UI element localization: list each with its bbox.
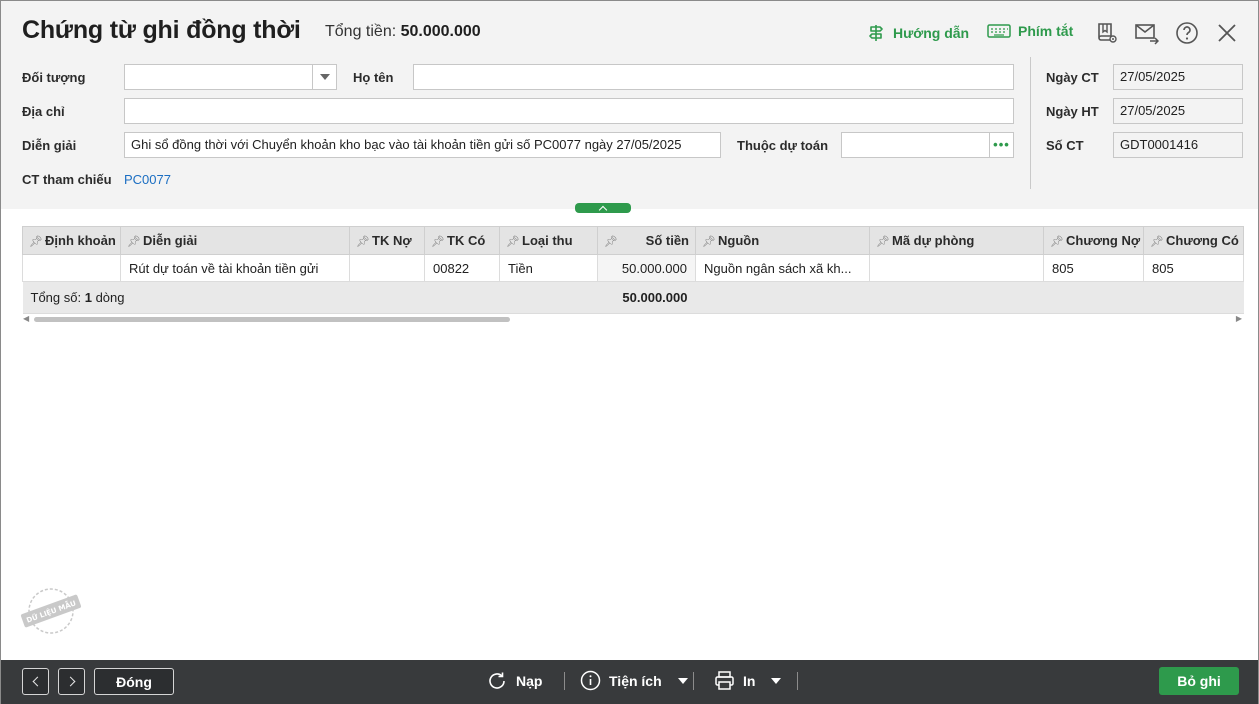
pin-icon[interactable]: 📌︎ xyxy=(1050,235,1064,248)
ngay-ct-field[interactable]: 27/05/2025 xyxy=(1113,64,1243,90)
utility-button[interactable]: Tiện ích xyxy=(580,670,688,691)
previous-button[interactable] xyxy=(22,668,49,695)
guide-icon xyxy=(869,25,883,41)
collapse-header-button[interactable] xyxy=(575,203,631,213)
thuoc-du-toan-label: Thuộc dự toán xyxy=(737,138,829,153)
caret-down-icon[interactable] xyxy=(677,677,688,684)
pin-icon[interactable]: 📌︎ xyxy=(29,235,43,248)
print-label: In xyxy=(743,672,756,689)
grid-cell[interactable]: Rút dự toán về tài khoản tiền gửi xyxy=(120,254,350,282)
chevron-down-icon[interactable] xyxy=(312,65,336,89)
column-header[interactable]: 📌︎ Số tiền xyxy=(597,226,696,255)
scrollbar-thumb[interactable] xyxy=(34,317,510,322)
table-row[interactable]: Rút dự toán về tài khoản tiền gửi 00822 … xyxy=(22,254,1244,282)
total-value: 50.000.000 xyxy=(400,23,481,40)
so-ct-label: Số CT xyxy=(1046,138,1084,153)
next-button[interactable] xyxy=(58,668,85,695)
voucher-window: Chứng từ ghi đồng thời Tổng tiền: 50.000… xyxy=(0,0,1259,704)
pin-icon[interactable]: 📌︎ xyxy=(127,235,141,248)
grid-cell[interactable] xyxy=(22,254,121,282)
ct-tham-chieu-link[interactable]: PC0077 xyxy=(124,172,171,187)
grid-cell[interactable] xyxy=(869,254,1044,282)
reload-label: Nạp xyxy=(516,673,543,689)
grid-cell[interactable]: Tiền xyxy=(499,254,598,282)
dia-chi-field[interactable] xyxy=(124,98,1014,124)
info-icon xyxy=(580,670,601,691)
grid-cell[interactable]: 50.000.000 xyxy=(597,254,696,282)
column-header[interactable]: 📌︎ TK Nợ xyxy=(349,226,425,255)
footer-toolbar: Đóng Nạp Tiện ích In Bỏ ghi xyxy=(1,660,1258,704)
pin-icon[interactable]: 📌︎ xyxy=(702,235,716,248)
column-header[interactable]: 📌︎ Mã dự phòng xyxy=(869,226,1044,255)
printer-icon xyxy=(715,671,734,690)
so-ct-field[interactable]: GDT0001416 xyxy=(1113,132,1243,158)
column-header[interactable]: 📌︎ Loại thu xyxy=(499,226,598,255)
horizontal-scrollbar[interactable]: ◀ ▶ xyxy=(22,314,1243,324)
header-panel: Chứng từ ghi đồng thời Tổng tiền: 50.000… xyxy=(1,1,1258,209)
keyboard-icon xyxy=(987,24,1011,38)
toolbar-divider xyxy=(693,672,694,690)
dia-chi-label: Địa chỉ xyxy=(22,104,65,119)
dien-giai-field[interactable]: Ghi sổ đồng thời với Chuyển khoản kho bạ… xyxy=(124,132,721,158)
summary-amount: 50.000.000 xyxy=(597,281,696,314)
grid-cell[interactable] xyxy=(349,254,425,282)
column-header[interactable]: 📌︎ Diễn giải xyxy=(120,226,350,255)
toolbar-divider xyxy=(797,672,798,690)
column-header[interactable]: 📌︎ TK Có xyxy=(424,226,500,255)
entries-grid: 📌︎ Định khoản 📌︎ Diễn giải 📌︎ TK Nợ 📌︎ TK Có… xyxy=(22,226,1244,314)
utility-label: Tiện ích xyxy=(609,672,662,689)
scroll-left-icon[interactable]: ◀ xyxy=(23,314,29,323)
column-header[interactable]: 📌︎ Chương Nợ xyxy=(1043,226,1144,255)
caret-down-icon[interactable] xyxy=(771,677,782,684)
reload-button[interactable]: Nạp xyxy=(486,670,542,692)
total-amount: Tổng tiền: 50.000.000 xyxy=(325,23,481,41)
more-dots-icon[interactable]: ••• xyxy=(989,133,1013,157)
grid-cell[interactable]: 00822 xyxy=(424,254,500,282)
thuoc-du-toan-field[interactable]: ••• xyxy=(841,132,1014,158)
shortcut-link[interactable]: Phím tắt xyxy=(987,23,1073,39)
pin-icon[interactable]: 📌︎ xyxy=(604,235,618,248)
print-button[interactable]: In xyxy=(714,670,782,691)
pin-icon[interactable]: 📌︎ xyxy=(876,235,890,248)
grid-header-row: 📌︎ Định khoản 📌︎ Diễn giải 📌︎ TK Nợ 📌︎ TK Có… xyxy=(22,226,1244,255)
doi-tuong-combo[interactable] xyxy=(124,64,337,90)
grid-cell[interactable]: 805 xyxy=(1143,254,1244,282)
help-icon[interactable] xyxy=(1175,21,1199,45)
pin-icon[interactable]: 📌︎ xyxy=(506,235,520,248)
ho-ten-field[interactable] xyxy=(413,64,1014,90)
ct-tham-chieu-label: CT tham chiếu xyxy=(22,172,112,187)
mail-forward-icon[interactable] xyxy=(1135,21,1159,45)
ngay-ht-label: Ngày HT xyxy=(1046,104,1099,119)
unpost-button[interactable]: Bỏ ghi xyxy=(1159,667,1239,695)
column-header[interactable]: 📌︎ Nguồn xyxy=(695,226,870,255)
guide-link[interactable]: Hướng dẫn xyxy=(866,23,969,43)
page-title: Chứng từ ghi đồng thời xyxy=(22,16,301,44)
dien-giai-label: Diễn giải xyxy=(22,138,77,153)
summary-row: Tổng số: 1 dòng 50.000.000 xyxy=(22,281,1244,314)
sample-data-stamp: DỮ LIỆU MẪU xyxy=(20,588,82,634)
refresh-icon xyxy=(489,672,505,689)
shortcut-label: Phím tắt xyxy=(1018,23,1074,39)
ngay-ct-label: Ngày CT xyxy=(1046,70,1099,85)
ho-ten-label: Họ tên xyxy=(353,70,394,85)
toolbar-divider xyxy=(564,672,565,690)
column-header[interactable]: 📌︎ Định khoản xyxy=(22,226,121,255)
guide-label: Hướng dẫn xyxy=(893,25,970,41)
grid-cell[interactable]: Nguồn ngân sách xã kh... xyxy=(695,254,870,282)
close-button[interactable]: Đóng xyxy=(94,668,174,695)
vertical-divider xyxy=(1030,57,1031,189)
book-view-icon[interactable] xyxy=(1095,21,1119,45)
ngay-ht-field[interactable]: 27/05/2025 xyxy=(1113,98,1243,124)
close-icon[interactable] xyxy=(1215,21,1239,45)
column-header[interactable]: 📌︎ Chương Có xyxy=(1143,226,1244,255)
doi-tuong-label: Đối tượng xyxy=(22,70,86,85)
pin-icon[interactable]: 📌︎ xyxy=(1150,235,1164,248)
pin-icon[interactable]: 📌︎ xyxy=(431,235,445,248)
scroll-right-icon[interactable]: ▶ xyxy=(1236,314,1242,323)
pin-icon[interactable]: 📌︎ xyxy=(356,235,370,248)
grid-cell[interactable]: 805 xyxy=(1043,254,1144,282)
summary-count: Tổng số: 1 dòng xyxy=(22,281,598,314)
total-label: Tổng tiền: xyxy=(325,23,397,40)
